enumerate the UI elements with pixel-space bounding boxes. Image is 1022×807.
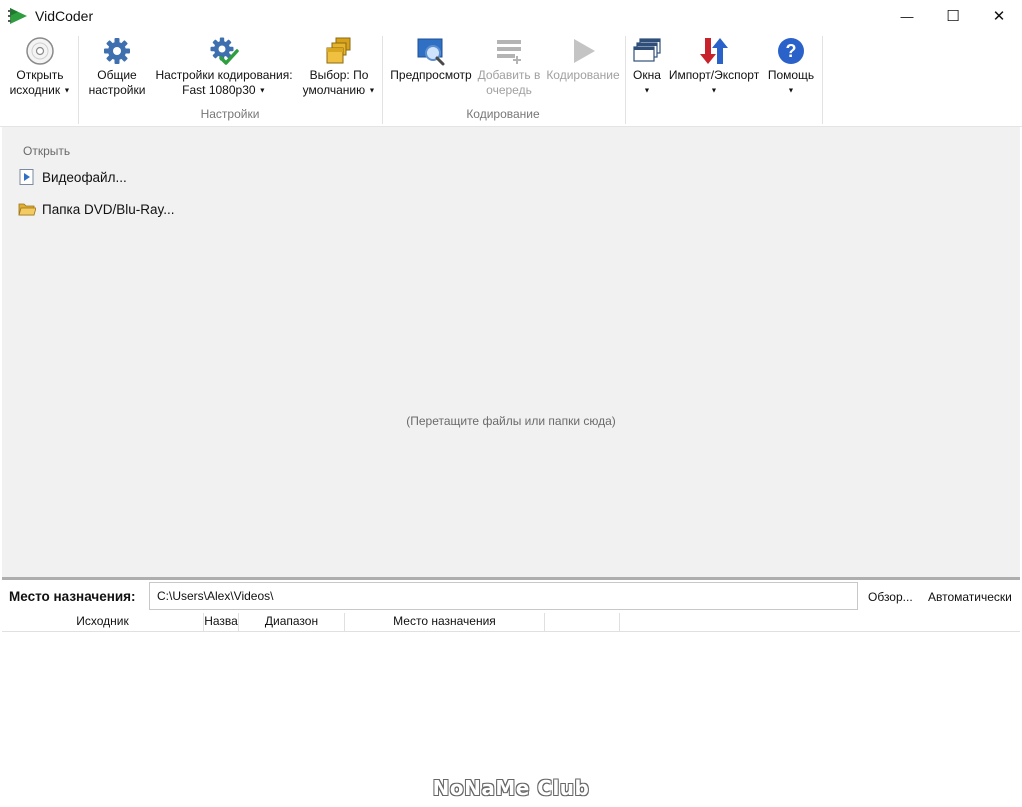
video-file-icon: [19, 169, 34, 185]
help-button[interactable]: ? Помощь ▼: [762, 32, 820, 98]
import-export-button[interactable]: Импорт/Экспорт ▼: [666, 32, 762, 98]
ribbon-toolbar: Открыть исходник ▼ Общие настройки Настр…: [0, 32, 1022, 127]
encoding-settings-label-1: Настройки кодирования:: [155, 68, 293, 82]
watermark: NoNaMe Club: [432, 776, 590, 800]
dropdown-caret-icon: ▼: [710, 87, 718, 95]
play-icon: [574, 39, 595, 63]
dropdown-caret-icon: ▼: [63, 87, 71, 95]
ribbon-separator: [78, 36, 79, 124]
windows-menu-button[interactable]: Окна ▼: [628, 32, 666, 98]
open-video-file-label: Видеофайл...: [42, 169, 127, 185]
open-dvd-folder-label: Папка DVD/Blu-Ray...: [42, 201, 175, 217]
open-source-label-2: исходник: [9, 83, 61, 97]
pick-default-button[interactable]: Выбор: По умолчанию ▼: [300, 32, 378, 98]
column-header-range[interactable]: Диапазон: [239, 613, 345, 631]
disc-icon: [26, 37, 54, 65]
column-header-source[interactable]: Исходник: [2, 613, 204, 631]
browse-button[interactable]: Обзор...: [868, 590, 913, 604]
encoding-settings-button[interactable]: Настройки кодирования: Fast 1080p30 ▼: [152, 32, 296, 98]
open-video-file-link[interactable]: Видеофайл...: [18, 166, 127, 188]
help-icon: ?: [778, 38, 804, 64]
dropdown-caret-icon: ▼: [368, 87, 376, 95]
preview-label: Предпросмотр: [390, 68, 472, 82]
encode-button[interactable]: Кодирование: [544, 32, 622, 98]
pick-default-label-2: умолчанию: [302, 83, 366, 97]
close-icon: ✕: [992, 8, 1006, 25]
dropdown-caret-icon: ▼: [643, 87, 651, 95]
gear-check-icon: [210, 37, 239, 65]
add-to-queue-button[interactable]: Добавить в очередь: [476, 32, 542, 98]
ribbon-separator: [822, 36, 823, 124]
open-section-label: Открыть: [23, 144, 71, 158]
encode-label: Кодирование: [546, 68, 620, 82]
dropdown-caret-icon: ▼: [258, 87, 266, 95]
maximize-button[interactable]: ☐: [930, 0, 976, 32]
queue-add-icon: [497, 40, 521, 64]
drop-hint-text: (Перетащите файлы или папки сюда): [406, 414, 616, 428]
vidcoder-logo-icon: [8, 8, 27, 24]
close-button[interactable]: ✕: [976, 0, 1022, 32]
windows-icon: [633, 38, 661, 62]
open-source-button[interactable]: Открыть исходник ▼: [4, 32, 76, 98]
import-export-icon: [700, 38, 728, 64]
destination-label: Место назначения:: [9, 589, 136, 604]
svg-text:?: ?: [786, 41, 797, 61]
minimize-button[interactable]: —: [884, 0, 930, 32]
title-bar: VidCoder — ☐ ✕: [0, 0, 1022, 32]
maximize-icon: ☐: [946, 8, 960, 25]
open-dvd-folder-link[interactable]: Папка DVD/Blu-Ray...: [18, 198, 175, 220]
ribbon-separator: [382, 36, 383, 124]
import-export-label: Импорт/Экспорт: [668, 68, 760, 82]
source-drop-area[interactable]: Открыть Видеофайл... Папка DVD/Blu-Ray..…: [2, 127, 1020, 577]
windows-label: Окна: [633, 68, 661, 82]
gear-icon: [104, 38, 130, 64]
encoding-preset-label: Fast 1080p30: [182, 83, 256, 97]
ribbon-separator: [625, 36, 626, 124]
general-settings-label-1: Общие: [97, 68, 137, 82]
add-to-queue-label-2: очередь: [486, 83, 532, 97]
open-source-label-1: Открыть: [16, 68, 64, 82]
preview-icon: [417, 38, 445, 66]
minimize-icon: —: [900, 8, 914, 24]
dropdown-caret-icon: ▼: [787, 87, 795, 95]
window-title: VidCoder: [35, 8, 94, 24]
folders-icon: [326, 37, 351, 64]
general-settings-button[interactable]: Общие настройки: [84, 32, 150, 98]
queue-header: Исходник Назва Диапазон Место назначения: [2, 613, 1020, 632]
panel-splitter[interactable]: [2, 577, 1020, 580]
column-header-destination[interactable]: Место назначения: [345, 613, 545, 631]
preview-button[interactable]: Предпросмотр: [386, 32, 476, 98]
open-folder-icon: [18, 203, 36, 216]
group-label-encoding: Кодирование: [466, 107, 540, 121]
help-label: Помощь: [767, 68, 815, 82]
destination-path-input[interactable]: [149, 582, 858, 610]
group-label-settings: Настройки: [200, 107, 260, 121]
automatic-button[interactable]: Автоматически: [928, 590, 1012, 604]
column-header-title[interactable]: Назва: [204, 613, 239, 631]
add-to-queue-label-1: Добавить в: [477, 68, 541, 82]
general-settings-label-2: настройки: [88, 83, 146, 97]
column-header-extra[interactable]: [545, 613, 620, 631]
pick-default-label-1: Выбор: По: [309, 68, 369, 82]
